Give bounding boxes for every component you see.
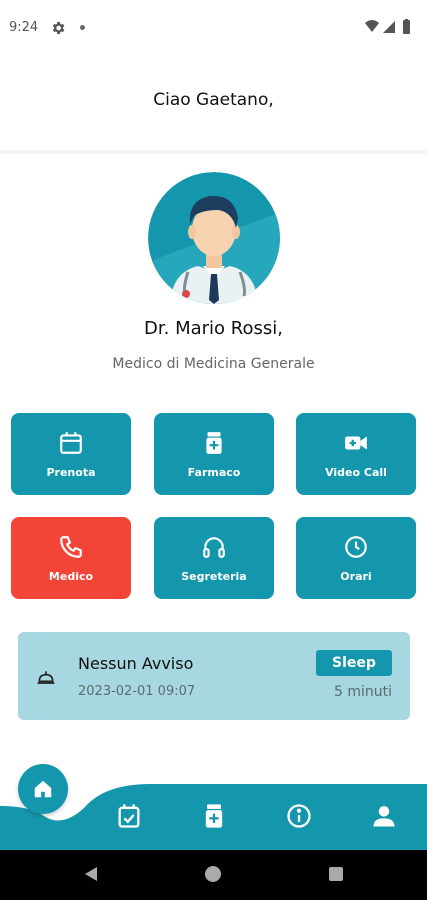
tile-medico[interactable]: Medico [11, 517, 131, 599]
notice-card: Nessun Avviso 2023-02-01 09:07 Sleep 5 m… [18, 632, 410, 720]
bell-icon [37, 671, 55, 684]
home-button[interactable] [18, 764, 68, 814]
system-home-icon[interactable] [205, 866, 221, 882]
medicine-icon [206, 431, 222, 454]
tile-prenota[interactable]: Prenota [11, 413, 131, 495]
clock-icon [345, 535, 367, 558]
headset-icon [203, 536, 225, 558]
calendar-icon [60, 431, 82, 454]
sleep-button[interactable]: Sleep [316, 650, 392, 676]
doctor-role: Medico di Medicina Generale [112, 356, 315, 372]
tile-label: Farmaco [187, 465, 241, 479]
status-bar: 9:24 [0, 0, 427, 56]
notice-minutes: 5 minuti [333, 684, 392, 700]
tile-segreteria[interactable]: Segreteria [154, 517, 274, 599]
tile-farmaco[interactable]: Farmaco [154, 413, 274, 495]
divider [0, 150, 427, 154]
video-camera-icon [345, 436, 367, 449]
doctor-avatar [148, 172, 280, 304]
tile-label: Medico [48, 569, 94, 583]
notification-dot-icon [80, 25, 85, 30]
person-icon[interactable] [370, 802, 398, 830]
tile-orari[interactable]: Orari [296, 517, 416, 599]
tile-label: Orari [340, 569, 372, 583]
tile-label: Prenota [46, 465, 96, 479]
back-icon[interactable] [82, 865, 100, 883]
notice-title: Nessun Avviso [78, 654, 194, 673]
signal-battery-icon [365, 19, 410, 34]
calendar-check-icon[interactable] [115, 802, 143, 830]
notice-date: 2023-02-01 09:07 [78, 684, 196, 699]
tile-label: Video Call [325, 465, 387, 479]
status-time: 9:24 [9, 20, 39, 35]
gear-icon [52, 22, 65, 34]
info-icon[interactable] [285, 802, 313, 830]
recent-apps-icon[interactable] [329, 867, 343, 881]
greeting-text: Ciao Gaetano, [153, 90, 274, 110]
tile-video-call[interactable]: Video Call [296, 413, 416, 495]
doctor-name: Dr. Mario Rossi, [144, 318, 283, 339]
phone-icon [60, 535, 82, 558]
home-icon [34, 780, 52, 798]
tile-label: Segreteria [181, 569, 247, 583]
medicine-icon[interactable] [200, 802, 228, 830]
